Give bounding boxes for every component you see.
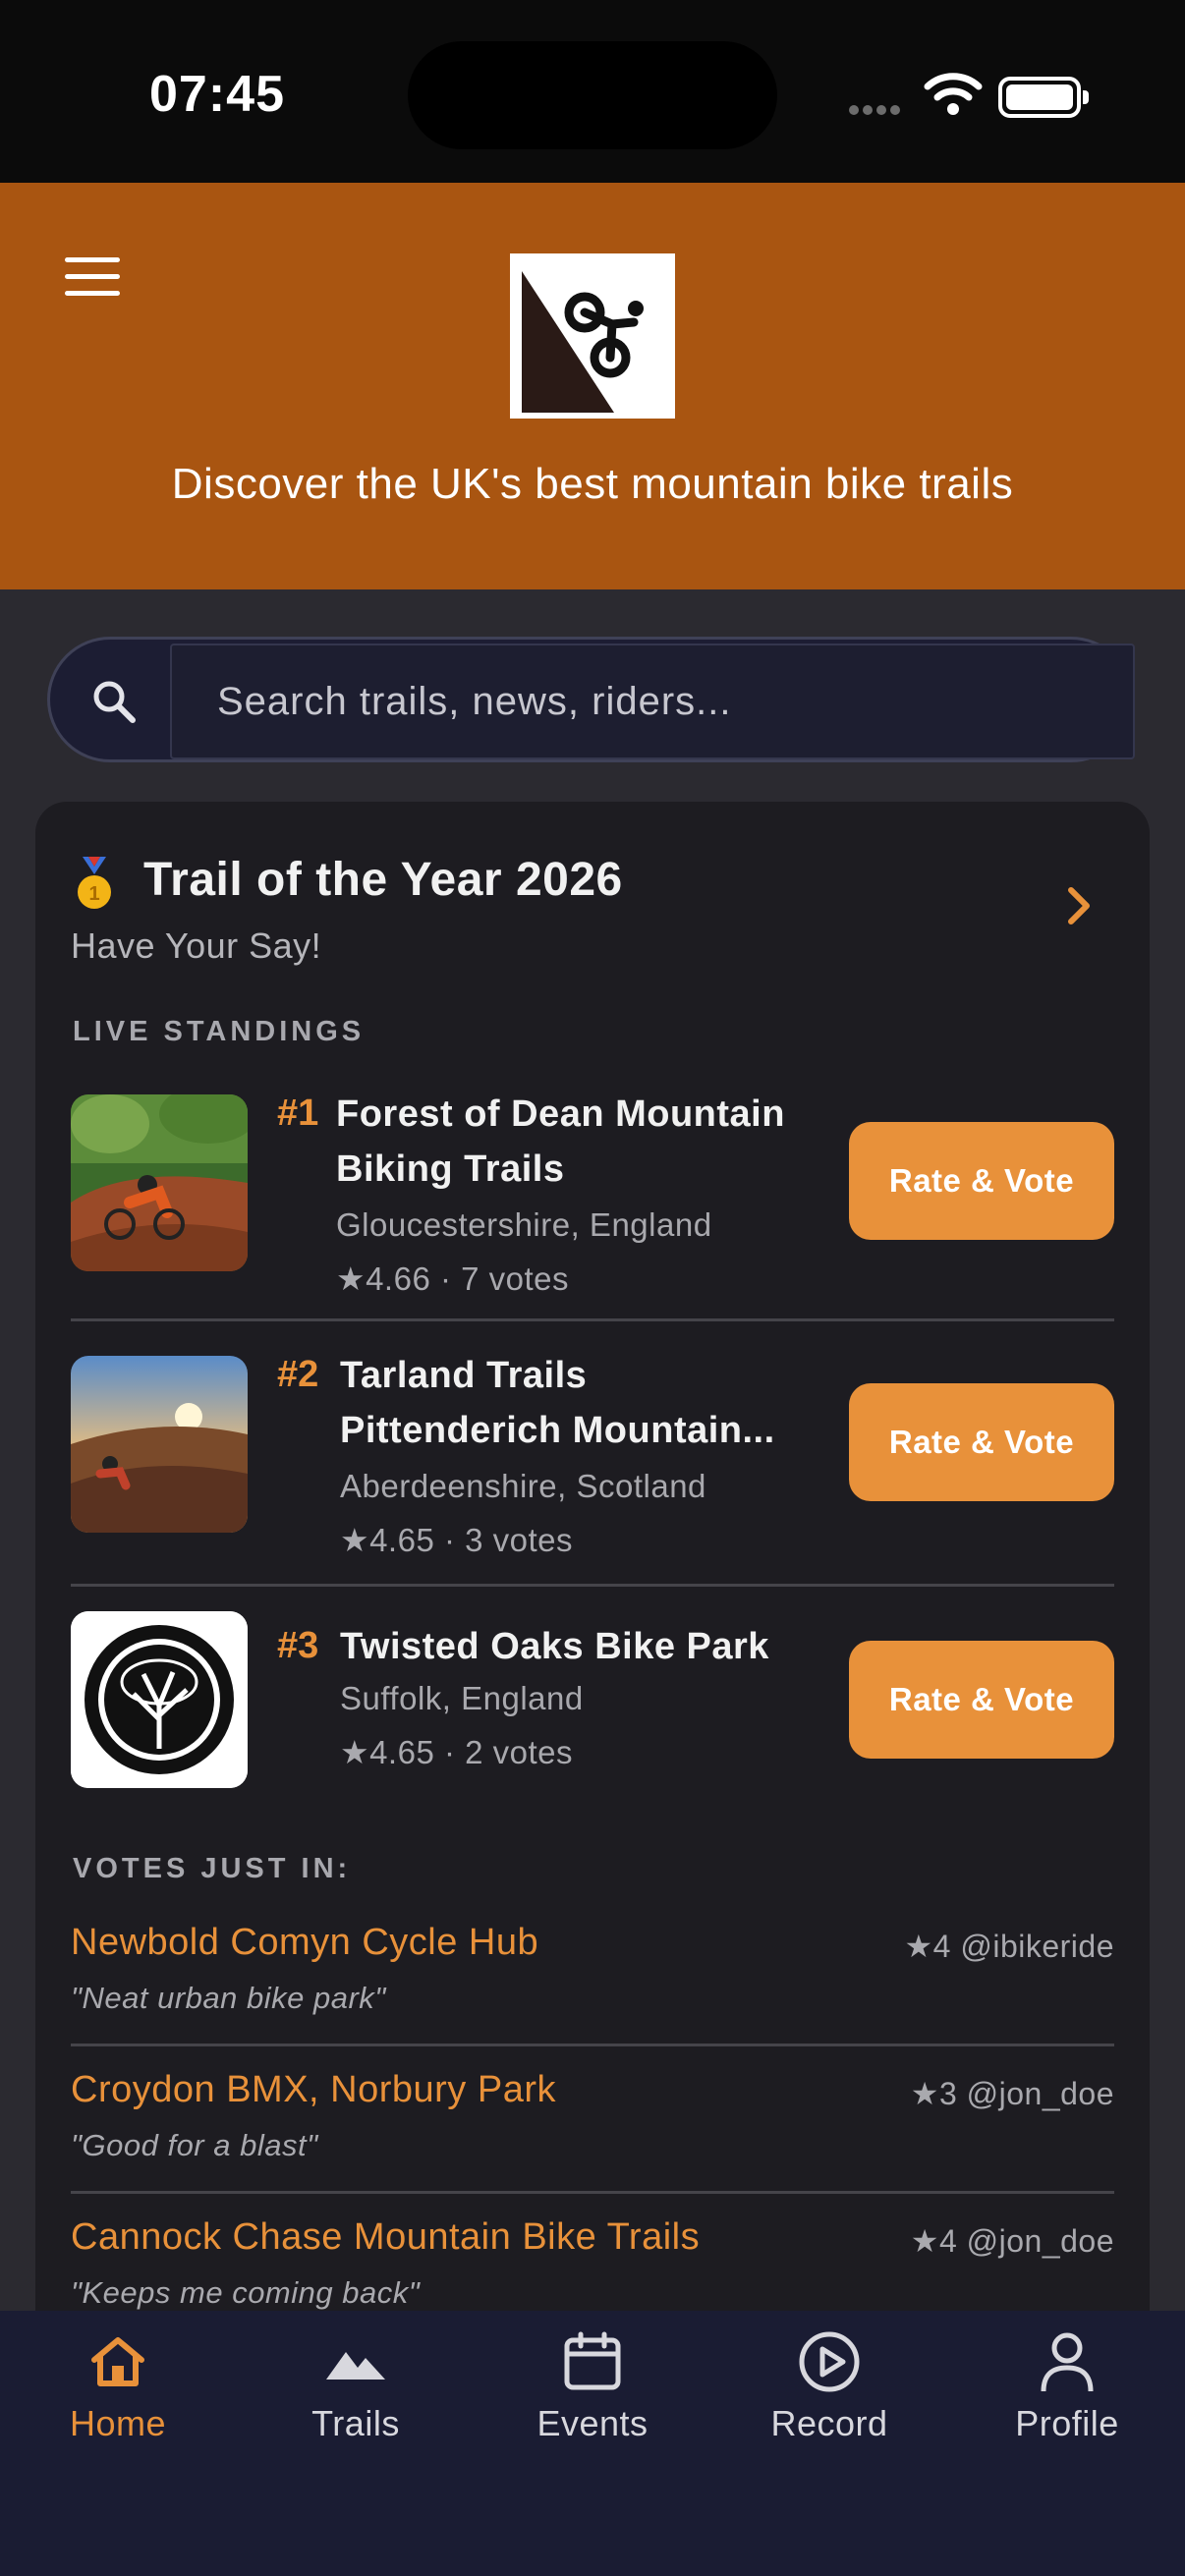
vote-trail-link[interactable]: Cannock Chase Mountain Bike Trails (71, 2216, 700, 2259)
trail-name-line-2: Pittenderich Mountain... (340, 1410, 775, 1451)
signal-icon (849, 102, 908, 116)
nav-profile[interactable]: Profile (959, 2330, 1175, 2478)
person-icon (1041, 2332, 1094, 2392)
app-header: Discover the UK's best mountain bike tra… (0, 183, 1185, 589)
nav-events[interactable]: Events (484, 2330, 701, 2478)
card-subtitle: Have Your Say! (71, 925, 322, 966)
app-screen: 07:45 Discover the UK's best mountain bi… (0, 0, 1185, 2576)
trail-rating: ★4.65 · 3 votes (340, 1522, 574, 1558)
status-bar: 07:45 (0, 0, 1185, 183)
status-time: 07:45 (149, 66, 285, 123)
home-icon (91, 2337, 144, 2386)
votes-just-in-label: VOTES JUST IN: (73, 1853, 352, 1884)
live-standings-label: LIVE STANDINGS (73, 1016, 366, 1047)
trail-thumbnail (71, 1356, 248, 1533)
trail-thumbnail (71, 1611, 248, 1788)
vote-trail-link[interactable]: Newbold Comyn Cycle Hub (71, 1922, 538, 1964)
nav-label: Profile (1015, 2403, 1119, 2443)
search-icon (93, 681, 136, 723)
standing-row[interactable]: #2 Tarland Trails Pittenderich Mountain.… (71, 1348, 1114, 1584)
calendar-icon (564, 2331, 621, 2390)
nav-label: Events (536, 2403, 649, 2443)
trail-rating: ★4.66 · 7 votes (336, 1260, 570, 1297)
recent-vote-item[interactable]: Croydon BMX, Norbury Park ★3 @jon_doe "G… (71, 2069, 1114, 2216)
standing-row[interactable]: #1 Forest of Dean Mountain Biking Trails… (71, 1087, 1114, 1322)
wifi-icon (924, 73, 983, 115)
vote-quote: "Good for a blast" (71, 2128, 318, 2162)
trail-name: Forest of Dean Mountain (336, 1093, 785, 1135)
divider (71, 2191, 1114, 2194)
vote-quote: "Keeps me coming back" (71, 2275, 421, 2310)
vote-meta: ★4 @jon_doe (910, 2223, 1114, 2259)
rank-number: #1 (277, 1092, 319, 1134)
trail-location: Suffolk, England (340, 1680, 584, 1716)
rate-vote-button[interactable]: Rate & Vote (849, 1122, 1114, 1240)
trail-location: Aberdeenshire, Scotland (340, 1468, 706, 1504)
bottom-nav: Home Trails Events Record Profile (0, 2311, 1185, 2576)
header-tagline: Discover the UK's best mountain bike tra… (171, 460, 1014, 508)
medal-icon: 1 (78, 857, 111, 909)
trail-name-line-2: Biking Trails (336, 1148, 565, 1190)
divider (71, 1584, 1114, 1587)
bike-trail-logo-icon (522, 271, 644, 413)
vote-meta: ★4 @ibikeride (904, 1929, 1114, 1964)
hamburger-menu-icon[interactable] (65, 257, 124, 297)
trail-name: Tarland Trails (340, 1355, 588, 1396)
dynamic-island (408, 41, 777, 149)
vote-quote: "Neat urban bike park" (71, 1981, 386, 2015)
vote-trail-link[interactable]: Croydon BMX, Norbury Park (71, 2069, 556, 2111)
battery-icon (998, 77, 1089, 118)
trail-location: Gloucestershire, England (336, 1206, 712, 1243)
divider (71, 2044, 1114, 2046)
card-title: Trail of the Year 2026 (143, 854, 623, 906)
search-input[interactable] (170, 644, 1135, 759)
trail-name: Twisted Oaks Bike Park (340, 1626, 769, 1667)
rank-number: #3 (277, 1625, 319, 1666)
nav-label: Record (770, 2403, 888, 2443)
recent-vote-item[interactable]: Newbold Comyn Cycle Hub ★4 @ibikeride "N… (71, 1922, 1114, 2069)
rate-vote-button[interactable]: Rate & Vote (849, 1641, 1114, 1759)
rate-vote-button[interactable]: Rate & Vote (849, 1383, 1114, 1501)
nav-record[interactable]: Record (721, 2330, 937, 2478)
app-logo[interactable] (510, 253, 675, 419)
svg-text:1: 1 (88, 883, 99, 905)
divider (71, 1318, 1114, 1321)
play-circle-icon (799, 2331, 860, 2392)
rank-number: #2 (277, 1354, 319, 1395)
nav-label: Home (69, 2403, 167, 2443)
chevron-right-icon[interactable] (1061, 884, 1097, 927)
trail-rating: ★4.65 · 2 votes (340, 1734, 574, 1770)
search-bar (47, 637, 1135, 762)
standing-row[interactable]: #3 Twisted Oaks Bike Park Suffolk, Engla… (71, 1611, 1114, 1808)
trail-thumbnail (71, 1094, 248, 1271)
mountain-icon (326, 2352, 385, 2380)
nav-trails[interactable]: Trails (248, 2330, 464, 2478)
vote-meta: ★3 @jon_doe (910, 2076, 1114, 2111)
nav-home[interactable]: Home (10, 2330, 226, 2478)
nav-label: Trails (311, 2403, 400, 2443)
